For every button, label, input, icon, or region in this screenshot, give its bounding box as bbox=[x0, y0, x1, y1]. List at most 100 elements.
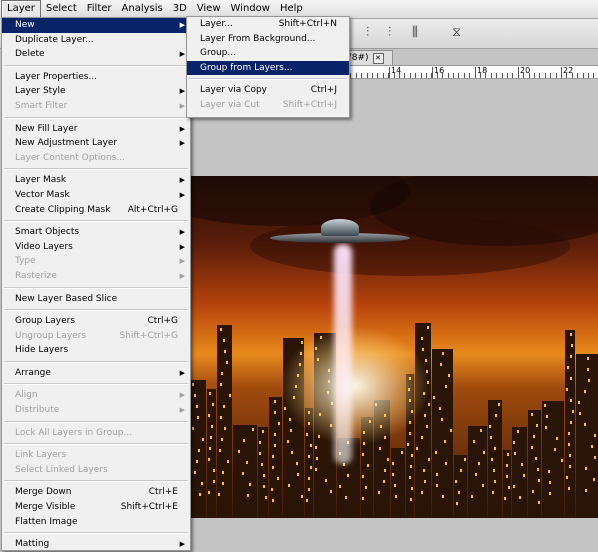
close-icon[interactable]: ✕ bbox=[372, 53, 384, 64]
menu-item-layer[interactable]: Layer... Shift+Ctrl+N bbox=[187, 17, 349, 32]
window-light bbox=[548, 470, 550, 473]
menu-item-matting[interactable]: Matting ▶ bbox=[2, 537, 190, 552]
auto-align-icon[interactable]: ⧖ bbox=[452, 25, 461, 40]
menu-item-type[interactable]: Type ▶ bbox=[2, 254, 190, 269]
menu-item-align[interactable]: Align ▶ bbox=[2, 388, 190, 403]
align-icon[interactable]: ⫶ bbox=[366, 25, 369, 40]
menu-item-video-layers[interactable]: Video Layers ▶ bbox=[2, 240, 190, 255]
menu-item-lock-all-layers-in-group[interactable]: Lock All Layers in Group... bbox=[2, 426, 190, 441]
building bbox=[576, 354, 598, 518]
window-light bbox=[483, 451, 485, 454]
menubar-item-view[interactable]: View bbox=[192, 1, 226, 17]
window-light bbox=[345, 496, 347, 499]
window-light bbox=[208, 414, 210, 417]
window-light bbox=[566, 388, 568, 391]
building bbox=[207, 389, 216, 518]
window-light bbox=[218, 493, 220, 496]
menu-item-ungroup-layers[interactable]: Ungroup Layers Shift+Ctrl+G bbox=[2, 329, 190, 344]
ruler-tick bbox=[382, 73, 384, 78]
ruler-tick bbox=[539, 73, 541, 78]
menu-item-group[interactable]: Group... bbox=[187, 46, 349, 61]
window-light bbox=[464, 458, 466, 461]
menu-item-hide-layers[interactable]: Hide Layers bbox=[2, 343, 190, 358]
menu-item-select-linked-layers[interactable]: Select Linked Layers bbox=[2, 463, 190, 478]
menubar-item-layer[interactable]: Layer bbox=[1, 0, 41, 18]
distribute-icon[interactable]: ⫼ bbox=[412, 25, 418, 40]
menu-separator bbox=[4, 220, 188, 223]
submenu-arrow-icon: ▶ bbox=[179, 21, 185, 29]
menu-item-label: Lock All Layers in Group... bbox=[15, 427, 133, 438]
window-light bbox=[394, 484, 396, 487]
menu-item-group-layers[interactable]: Group Layers Ctrl+G bbox=[2, 314, 190, 329]
menubar-item-select[interactable]: Select bbox=[41, 1, 82, 17]
menu-separator bbox=[4, 168, 188, 171]
menu-separator bbox=[4, 116, 188, 119]
menu-item-duplicate-layer[interactable]: Duplicate Layer... bbox=[2, 33, 190, 48]
menubar-item-help[interactable]: Help bbox=[275, 1, 308, 17]
window-light bbox=[424, 414, 426, 417]
menu-item-vector-mask[interactable]: Vector Mask ▶ bbox=[2, 188, 190, 203]
menu-item-new-adjustment-layer[interactable]: New Adjustment Layer ▶ bbox=[2, 136, 190, 151]
ruler-tick bbox=[561, 73, 562, 78]
window-light bbox=[442, 352, 444, 355]
window-light bbox=[585, 467, 587, 470]
menu-item-layer-via-copy[interactable]: Layer via Copy Ctrl+J bbox=[187, 83, 349, 98]
menu-item-rasterize[interactable]: Rasterize ▶ bbox=[2, 269, 190, 284]
window-light bbox=[568, 432, 570, 435]
menu-item-group-from-layers[interactable]: Group from Layers... bbox=[187, 60, 349, 76]
align-icon[interactable]: ⫶ bbox=[388, 25, 391, 40]
menu-item-layer-content-options[interactable]: Layer Content Options... bbox=[2, 151, 190, 166]
window-light bbox=[274, 433, 276, 436]
menu-item-layer-properties[interactable]: Layer Properties... bbox=[2, 70, 190, 85]
menu-separator bbox=[4, 480, 188, 483]
menu-item-merge-visible[interactable]: Merge Visible Shift+Ctrl+E bbox=[2, 500, 190, 515]
menu-item-arrange[interactable]: Arrange ▶ bbox=[2, 366, 190, 381]
window-light bbox=[301, 495, 303, 498]
window-light bbox=[556, 437, 558, 440]
window-light bbox=[568, 443, 570, 446]
window-light bbox=[362, 497, 364, 500]
window-light bbox=[259, 452, 261, 455]
building bbox=[528, 410, 541, 518]
menubar-item-filter[interactable]: Filter bbox=[82, 1, 117, 17]
menubar-item-analysis[interactable]: Analysis bbox=[117, 1, 168, 17]
window-light bbox=[315, 468, 317, 471]
window-light bbox=[367, 464, 369, 467]
menu-item-label: New Fill Layer bbox=[15, 123, 78, 134]
window-light bbox=[428, 458, 430, 461]
menu-item-smart-filter[interactable]: Smart Filter ▶ bbox=[2, 99, 190, 114]
menu-item-link-layers[interactable]: Link Layers bbox=[2, 448, 190, 463]
menu-item-layer-from-background[interactable]: Layer From Background... bbox=[187, 32, 349, 47]
menu-item-label: New Layer Based Slice bbox=[15, 293, 118, 304]
menu-item-distribute[interactable]: Distribute ▶ bbox=[2, 403, 190, 418]
window-light bbox=[471, 495, 473, 498]
menu-item-merge-down[interactable]: Merge Down Ctrl+E bbox=[2, 485, 190, 500]
menu-item-create-clipping-mask[interactable]: Create Clipping Mask Alt+Ctrl+G bbox=[2, 203, 190, 218]
menu-item-layer-style[interactable]: Layer Style ▶ bbox=[2, 84, 190, 99]
submenu-arrow-icon: ▶ bbox=[179, 228, 185, 237]
window-light bbox=[538, 501, 540, 504]
menu-item-flatten-image[interactable]: Flatten Image bbox=[2, 515, 190, 530]
menu-item-label: Group from Layers... bbox=[200, 62, 293, 73]
window-light bbox=[387, 458, 389, 461]
menu-item-smart-objects[interactable]: Smart Objects ▶ bbox=[2, 225, 190, 240]
menu-separator bbox=[4, 383, 188, 386]
menu-item-delete[interactable]: Delete ▶ bbox=[2, 47, 190, 62]
window-light bbox=[212, 403, 214, 406]
menu-item-layer-via-cut[interactable]: Layer via Cut Shift+Ctrl+J bbox=[187, 98, 349, 113]
ruler-tick bbox=[361, 73, 363, 78]
menu-item-layer-mask[interactable]: Layer Mask ▶ bbox=[2, 173, 190, 188]
menu-item-new[interactable]: New ▶ bbox=[2, 18, 190, 33]
menubar-item-3d[interactable]: 3D bbox=[168, 1, 192, 17]
menubar-item-window[interactable]: Window bbox=[226, 1, 275, 17]
window-light bbox=[561, 459, 563, 462]
window-light bbox=[570, 333, 572, 336]
menu-item-new-fill-layer[interactable]: New Fill Layer ▶ bbox=[2, 122, 190, 137]
window-light bbox=[362, 453, 364, 456]
menu-item-label: Create Clipping Mask bbox=[15, 204, 111, 215]
window-light bbox=[308, 455, 310, 458]
window-light bbox=[227, 460, 229, 463]
menu-item-new-layer-based-slice[interactable]: New Layer Based Slice bbox=[2, 292, 190, 307]
submenu-arrow-icon: ▶ bbox=[179, 406, 185, 415]
window-light bbox=[578, 401, 580, 404]
